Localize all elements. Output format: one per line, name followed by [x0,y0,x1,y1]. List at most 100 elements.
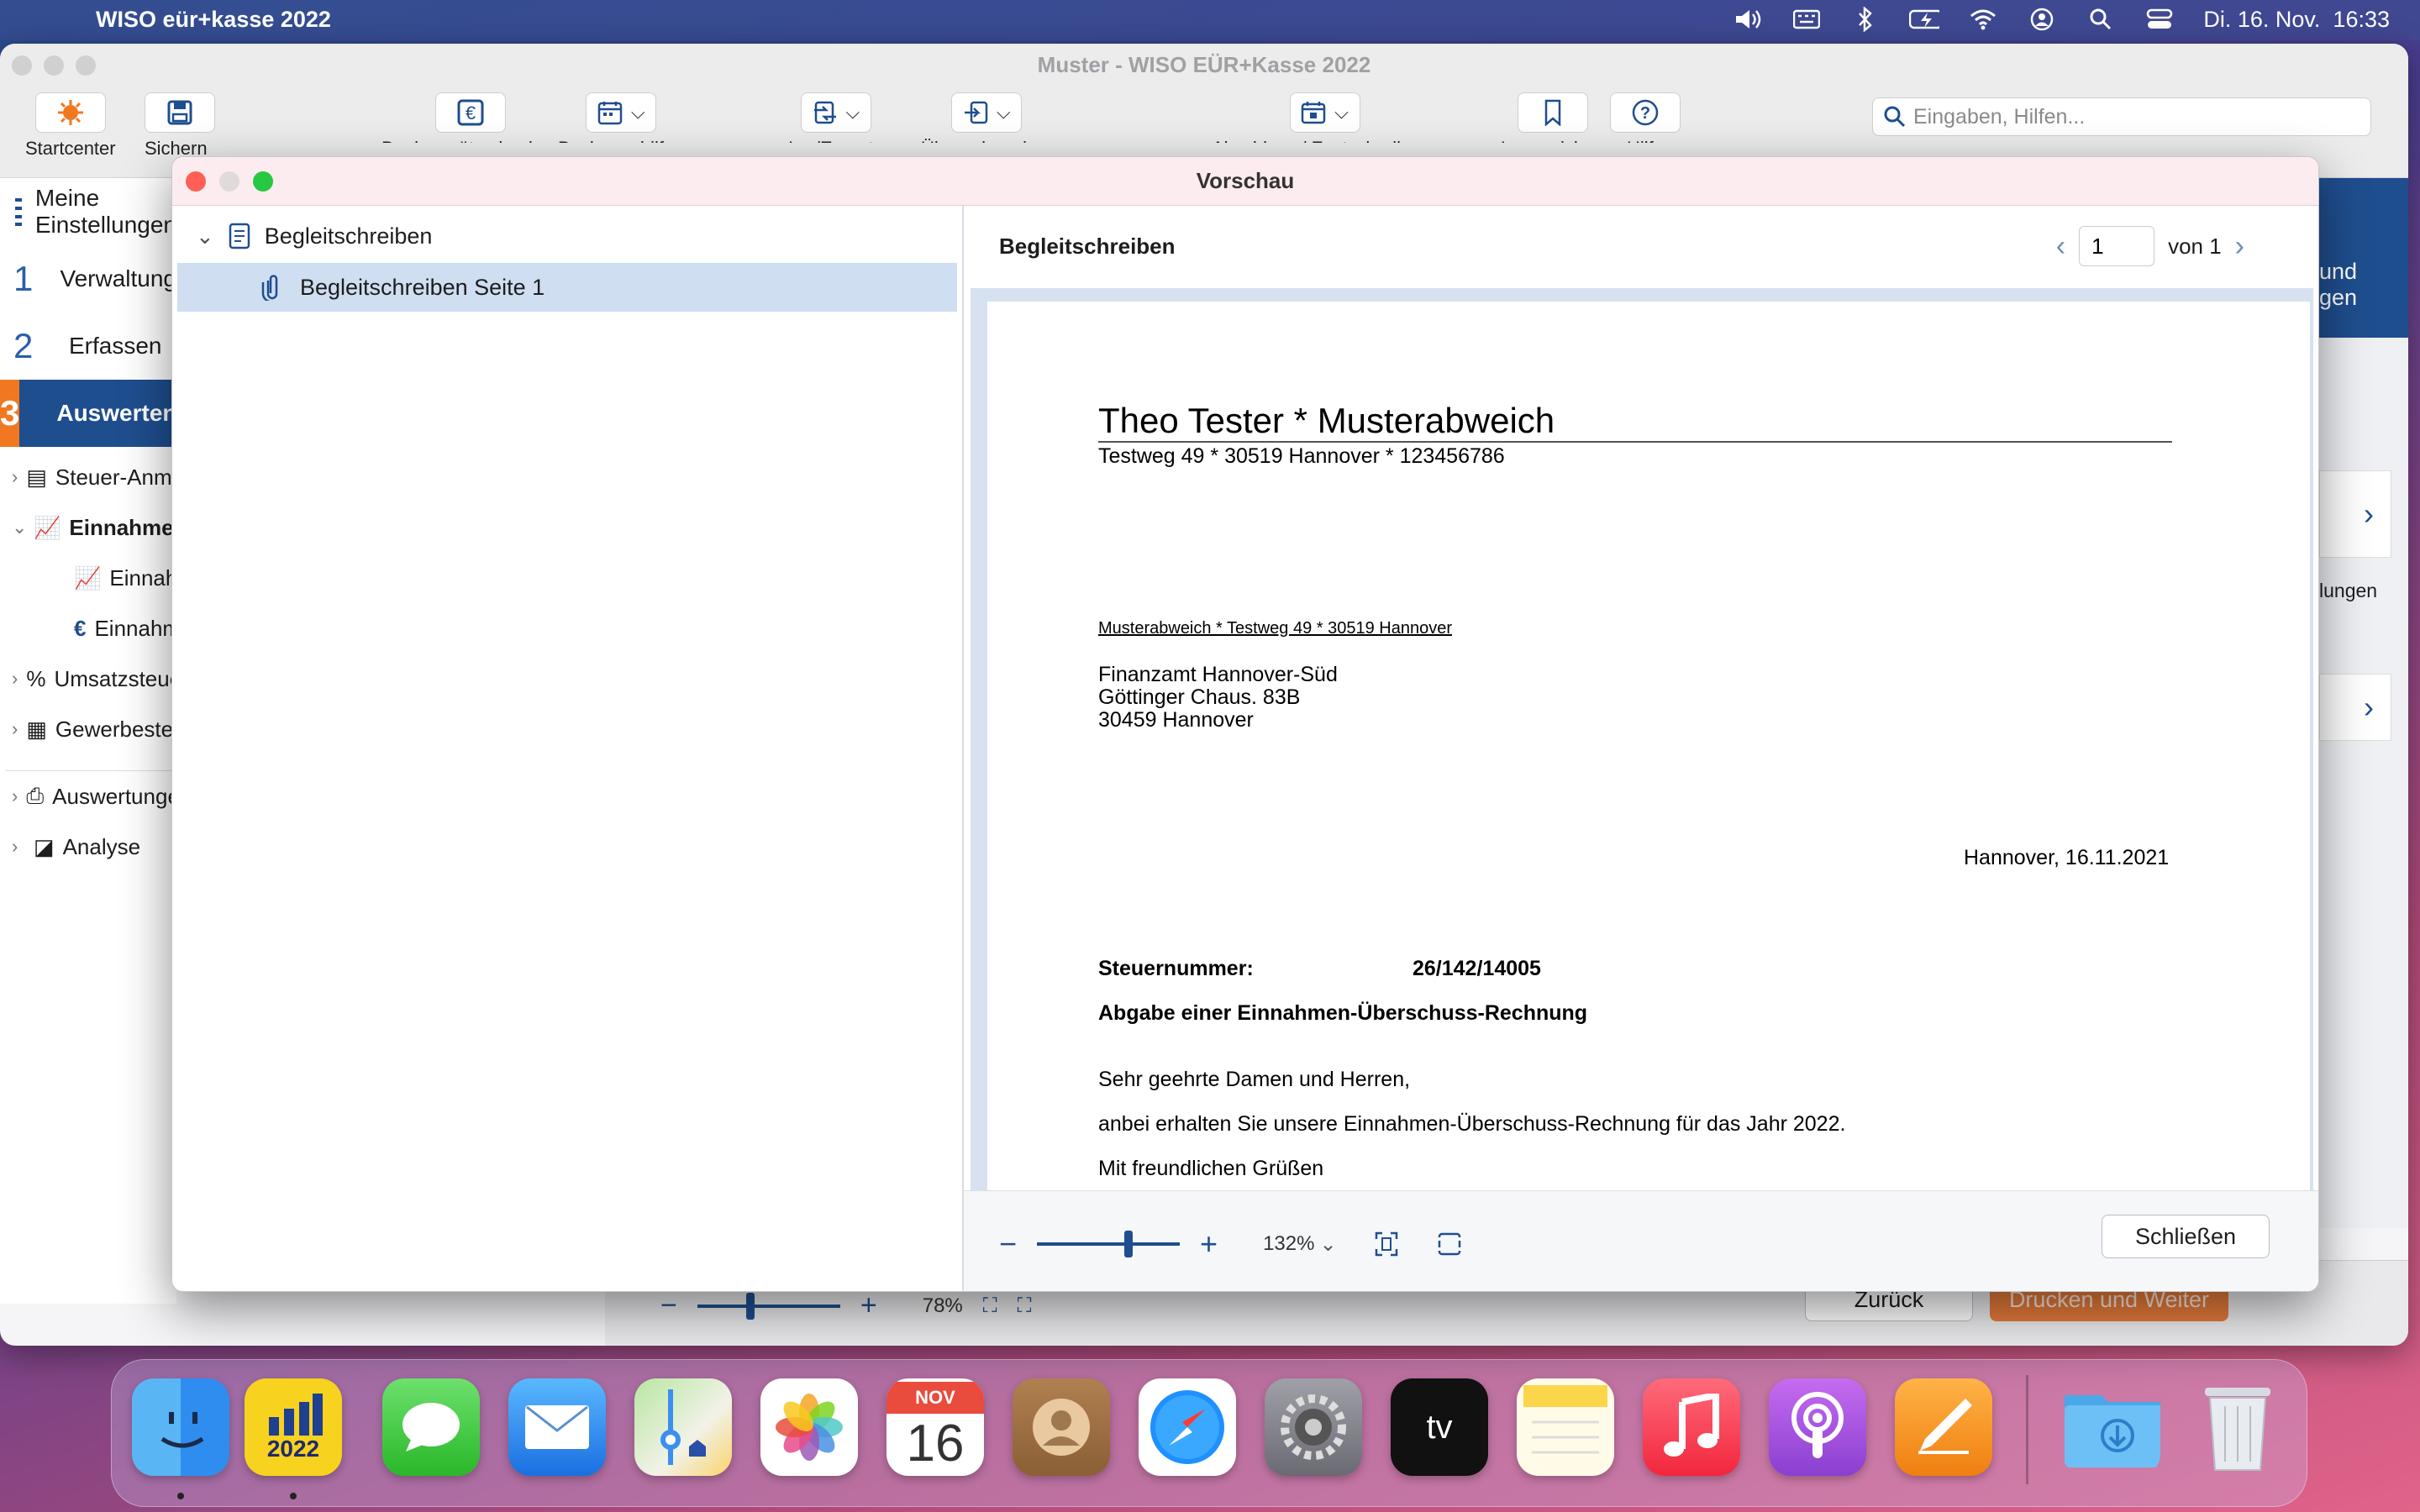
dock-downloads-folder[interactable] [2063,1378,2160,1476]
dock-calendar[interactable]: NOV 16 [886,1378,984,1476]
fit-width-icon[interactable]: ⛶ [1018,1294,1032,1318]
dock-maps[interactable] [634,1378,732,1476]
user-account-icon[interactable] [2027,5,2057,34]
zoom-in-icon[interactable]: + [1200,1226,1218,1262]
app-zoom-slider[interactable] [697,1292,840,1320]
letter-sender-address: Testweg 49 * 30519 Hannover * 123456786 [1098,444,1505,468]
abschluss-button[interactable]: ⌵ Abschluss / Festschreibung [1212,92,1438,143]
chevron-down-icon: ⌵ [996,102,1011,123]
fit-page-icon[interactable]: ⛶ [983,1294,997,1318]
dialog-zoom-button[interactable] [253,171,273,192]
sidebar-nav-erfassen[interactable]: 2 Erfassen [0,312,176,380]
sidebar-tree-einnahmen-sub1[interactable]: 📈Einnahmen-Überschuss-Rechnung [0,553,450,603]
menubar-app-name[interactable]: WISO eür+kasse 2022 [96,7,331,33]
tax-form-icon: ▤ [26,464,47,490]
wifi-icon[interactable] [1968,5,1998,34]
dialog-close-button[interactable] [186,171,206,192]
import-export-icon: ⌵ [800,92,871,133]
page-navigator: ‹ von 1 › [2056,226,2244,266]
sidebar-nav-auswerten[interactable]: 3 Auswerten [0,380,177,447]
tree-item-begleitschreiben-seite-1[interactable]: Begleitschreiben Seite 1 [177,263,957,312]
preview-panel: Begleitschreiben ‹ von 1 › Theo Tester *… [964,206,2318,1291]
chevron-down-icon[interactable]: ⌄ [1319,1232,1336,1257]
chevron-right-icon: › [12,718,18,739]
preview-footer: − + 132% ⌄ Schließen [964,1190,2318,1291]
zoom-in-icon[interactable]: + [860,1289,877,1322]
preview-zoom-slider[interactable] [1037,1231,1181,1257]
dock-music[interactable] [1643,1378,1740,1476]
sichern-button[interactable]: Sichern [145,92,215,160]
hilfe-button[interactable]: ? Hilfe [1610,92,1681,143]
fit-width-icon[interactable] [1435,1231,1463,1257]
dock-finder[interactable] [132,1378,229,1476]
lesezeichen-button[interactable]: Lesezeichen [1501,92,1605,143]
chevron-right-icon: › [12,836,18,857]
letter-recipient-line3: 30459 Hannover [1098,708,1254,732]
dock-safari[interactable] [1139,1378,1236,1476]
keyboard-icon[interactable] [1791,5,1822,34]
minimize-window-button[interactable] [44,55,64,76]
sidebar-tree-einnahmen-sub2[interactable]: €Einnahmen-Überschuss-Rechnung [0,603,434,654]
control-center-icon[interactable] [2144,5,2175,34]
bar-chart-icon [269,1394,323,1436]
dialog-minimize-button[interactable] [219,171,239,192]
dock-contacts[interactable] [1013,1378,1110,1476]
chevron-left-icon[interactable]: ‹ [2056,230,2065,263]
dock-notes[interactable] [1517,1378,1614,1476]
sidebar-tree-auswertungen[interactable]: › ⎙ Auswertungen [0,771,192,822]
schliessen-button[interactable]: Schließen [2102,1215,2270,1258]
dock-mail[interactable] [508,1378,606,1476]
volume-icon[interactable] [1733,5,1763,34]
toolbar-search-input[interactable]: Eingaben, Hilfen... [1872,97,2371,136]
right-panel-card-2[interactable]: › [2319,674,2391,741]
contact-person-icon [1033,1399,1090,1456]
euro-chart-icon: € [74,615,87,641]
search-icon [1884,106,1906,128]
dock-trash[interactable] [2189,1378,2286,1476]
app-zoom-value[interactable]: 78% [923,1294,963,1318]
search-placeholder: Eingaben, Hilfen... [1913,104,2086,129]
chevron-right-icon[interactable]: › [2235,230,2244,263]
spotlight-search-icon[interactable] [2086,5,2116,34]
dock-podcasts[interactable] [1769,1378,1866,1476]
right-panel-card-1[interactable]: › [2319,470,2391,558]
zoom-out-icon[interactable]: − [999,1226,1017,1262]
dock-system-preferences[interactable] [1265,1378,1362,1476]
uebernahme-button[interactable]: ⌵ Übernahme in... [921,92,1053,143]
app-window-title: Muster - WISO EÜR+Kasse 2022 [1037,51,1371,77]
chevron-down-icon: ⌄ [12,517,28,538]
close-window-button[interactable] [12,55,32,76]
im-export-button[interactable]: ⌵ Im-/Exporte [788,92,884,143]
preview-zoom-value[interactable]: 132% [1263,1232,1314,1256]
startcenter-button[interactable]: Startcenter [25,92,116,160]
chevron-down-icon: ⌵ [845,102,860,123]
sidebar-tree-steuer-anmeldungen[interactable]: › ▤ Steuer-Anmeldungen [0,452,262,502]
page-number-input[interactable] [2079,226,2155,266]
menubar-clock[interactable]: Di. 16. Nov. 16:33 [2203,7,2390,33]
bankumsaetze-button[interactable]: € Bankumsätze buchen [381,92,560,143]
chevron-down-icon: ⌵ [630,102,645,123]
sidebar-nav-verwaltung[interactable]: 1 Verwaltung [0,245,176,312]
dock-pages[interactable] [1895,1378,1992,1476]
paperclip-icon [261,275,278,301]
chevron-right-icon: › [2364,690,2374,724]
tree-item-begleitschreiben[interactable]: ⌄ Begleitschreiben [172,209,962,263]
buchungshilfen-button[interactable]: ⌵ Buchungshilfen [558,92,684,143]
letter-date: Hannover, 16.11.2021 [1964,846,2170,869]
dock-apple-tv[interactable]: tv [1391,1378,1488,1476]
sidebar-tree-einnahmen[interactable]: ⌄📈Einnahmen-Überschuss-Rechnung [0,502,434,553]
battery-icon[interactable] [1909,5,1940,34]
bluetooth-icon[interactable] [1850,5,1881,34]
zoom-window-button[interactable] [76,55,96,76]
sidebar-meine-einstellungen[interactable]: Meine Einstellungen [0,178,176,245]
dock-photos[interactable] [760,1378,858,1476]
sidebar-tree-analyse[interactable]: › ◪ Analyse [0,822,176,872]
sidebar-tree-gewerbesteuer[interactable]: › ▦ Gewerbesteuer [0,704,205,754]
dock-wiso[interactable]: 2022 [245,1378,342,1476]
document-icon [229,223,250,249]
fit-page-icon[interactable] [1374,1231,1399,1257]
compass-icon [1150,1390,1224,1464]
zoom-out-icon[interactable]: − [660,1289,677,1322]
sidebar-tree-umsatzsteuer[interactable]: ›% Umsatzsteuer [0,654,189,704]
dock-messages[interactable] [382,1378,480,1476]
